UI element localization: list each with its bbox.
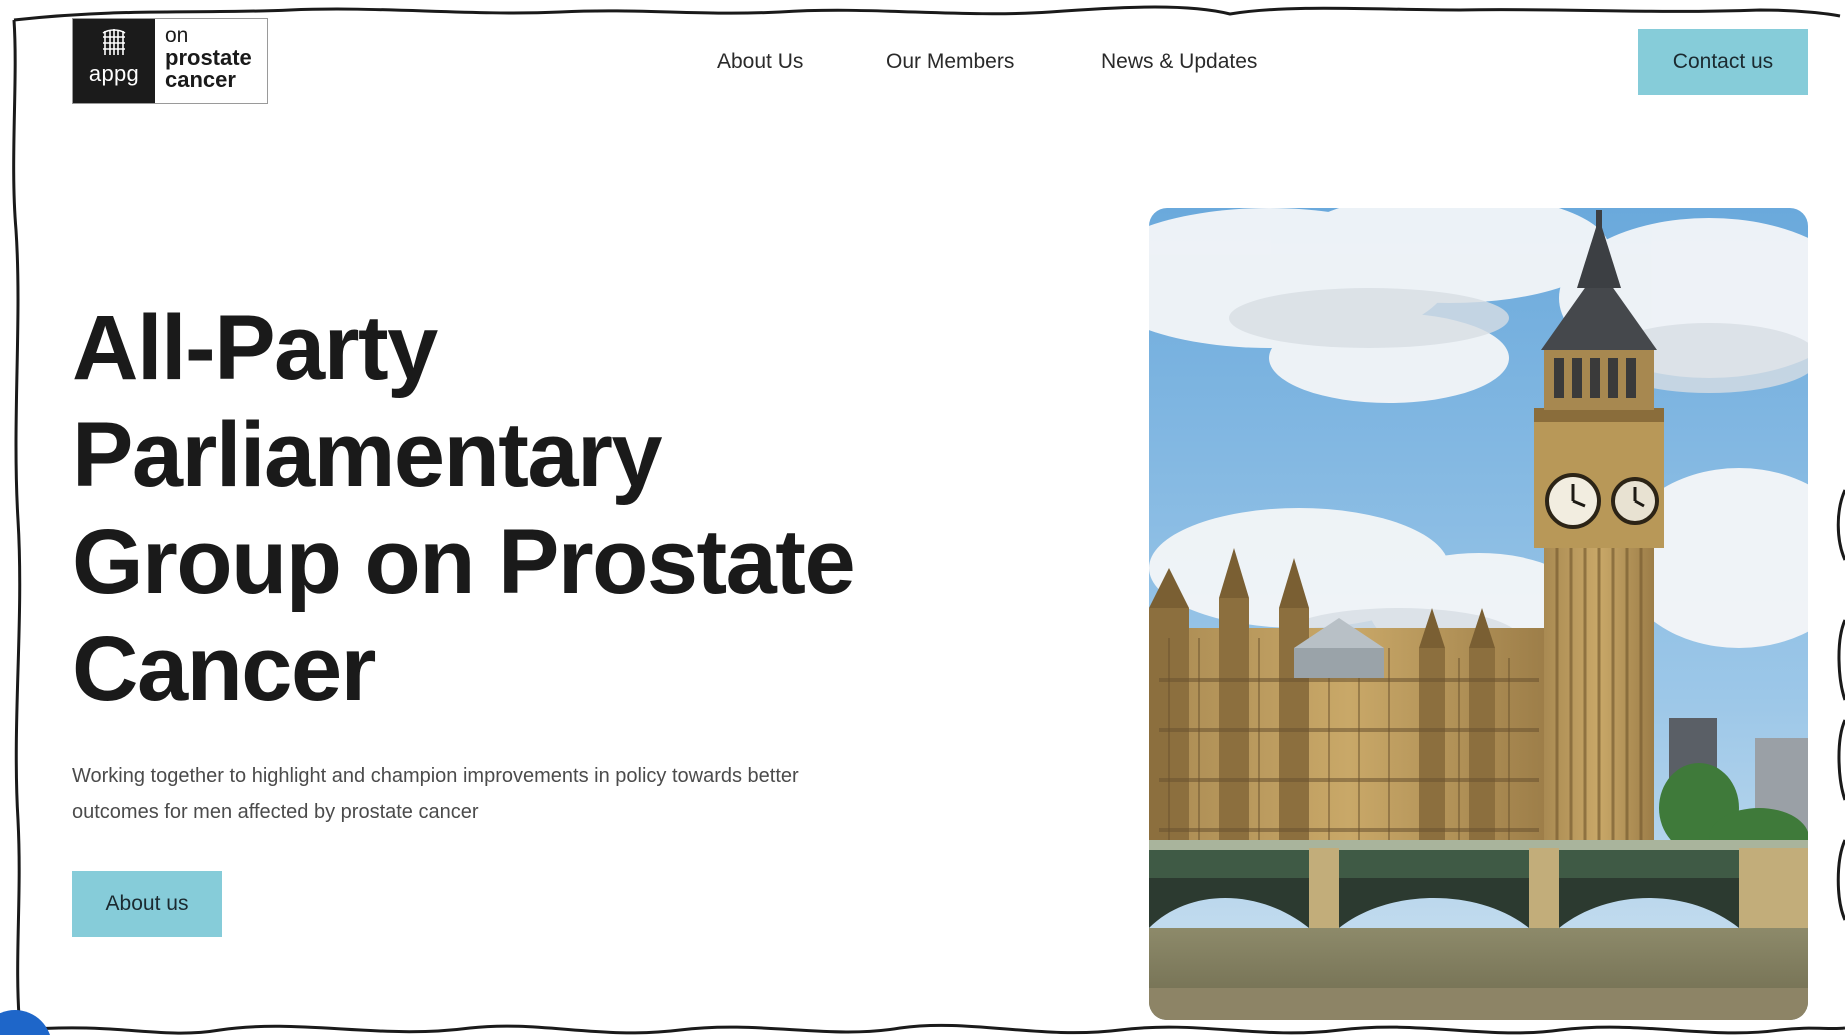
nav-news-updates[interactable]: News & Updates [1101, 50, 1257, 74]
hero-title-line: Parliamentary [72, 404, 663, 506]
site-logo[interactable]: appg on prostate cancer [72, 18, 268, 104]
hero-subtitle-line: Working together to highlight and champi… [72, 765, 799, 787]
hero-subtitle: Working together to highlight and champi… [72, 758, 952, 830]
nav-our-members[interactable]: Our Members [886, 50, 1014, 74]
logo-wordmark: on prostate cancer [155, 19, 252, 103]
hero-subtitle-line: outcomes for men affected by prostate ca… [72, 801, 479, 823]
page: appg on prostate cancer About Us Our Mem… [0, 0, 1845, 1035]
contact-us-button[interactable]: Contact us [1638, 29, 1808, 95]
logo-badge: appg [73, 19, 155, 103]
logo-prostate-text: prostate [165, 45, 252, 70]
portcullis-icon [102, 29, 126, 55]
logo-appg-text: appg [88, 61, 140, 86]
hero-title-line: Cancer [72, 618, 376, 720]
hero-title-line: Group on Prostate [72, 511, 856, 613]
site-header: appg on prostate cancer About Us Our Mem… [72, 18, 1808, 106]
chat-widget-icon[interactable] [0, 1010, 52, 1035]
nav-about-us[interactable]: About Us [717, 50, 803, 74]
logo-on-text: on [165, 24, 189, 47]
hero-title: All-Party Parliamentary Group on Prostat… [72, 295, 972, 723]
hero-title-line: All-Party [72, 297, 438, 399]
big-ben-westminster-photo [1149, 208, 1808, 1020]
hero-image [1149, 208, 1808, 1020]
logo-cancer-text: cancer [165, 67, 236, 92]
about-us-button[interactable]: About us [72, 871, 222, 937]
